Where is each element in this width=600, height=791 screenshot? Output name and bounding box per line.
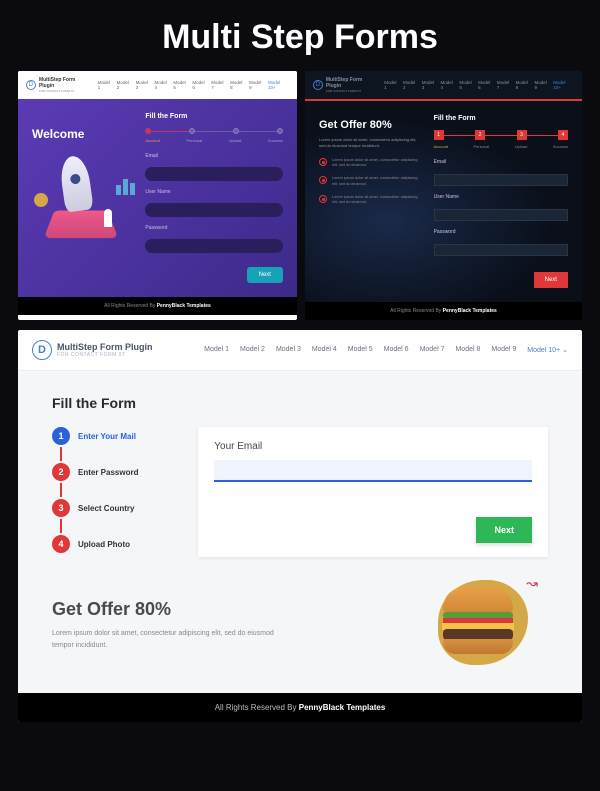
- nav-item[interactable]: Model 6: [192, 80, 208, 90]
- nav-item-active[interactable]: Model 10+: [268, 80, 289, 90]
- logo-icon: D: [32, 340, 52, 360]
- footer: All Rights Reserved By PennyBlack Templa…: [305, 302, 582, 320]
- next-button[interactable]: Next: [534, 272, 568, 288]
- welcome-heading: Welcome: [32, 127, 137, 141]
- form-heading: Fill the Form: [145, 113, 283, 120]
- form-heading: Fill the Form: [52, 395, 548, 411]
- nav-item[interactable]: Model 4: [154, 80, 170, 90]
- chevron-down-icon: ⌄: [562, 347, 568, 354]
- nav-item[interactable]: Model 7: [211, 80, 227, 90]
- nav-item[interactable]: Model 3: [276, 346, 301, 354]
- next-button[interactable]: Next: [476, 517, 532, 543]
- nav-item[interactable]: Model 1: [384, 80, 400, 90]
- nav-item-active[interactable]: Model 10+ ⌄: [527, 346, 568, 354]
- footer: All Rights Reserved By PennyBlack Templa…: [18, 693, 582, 722]
- username-input[interactable]: [145, 203, 283, 217]
- next-button[interactable]: Next: [247, 267, 283, 283]
- logo-icon: D: [313, 80, 323, 90]
- step-item[interactable]: 3Select Country: [52, 499, 174, 517]
- email-input[interactable]: [145, 167, 283, 181]
- password-input[interactable]: [434, 244, 568, 256]
- step-progress: 1 2 3 4: [434, 130, 568, 140]
- email-label: Your Email: [214, 441, 532, 452]
- logo[interactable]: D MultiStep Form Plugin FOR CONTACT FORM…: [313, 77, 378, 93]
- step-item[interactable]: 2Enter Password: [52, 463, 174, 481]
- email-label: Email: [145, 153, 283, 159]
- nav-item[interactable]: Model 2: [240, 346, 265, 354]
- nav-item[interactable]: Model 1: [204, 346, 229, 354]
- offer-description: Lorem ipsum dolor sit amet, consectetur …: [319, 137, 424, 150]
- burger-illustration: ↝: [299, 575, 548, 675]
- logo-icon: D: [26, 80, 36, 90]
- top-nav: D MultiStep Form Plugin FOR CONTACT FORM…: [18, 330, 582, 371]
- email-input[interactable]: [434, 174, 568, 186]
- logo[interactable]: D MultiStep Form Plugin FOR CONTACT FORM…: [32, 340, 153, 360]
- nav-item[interactable]: Model 9: [491, 346, 516, 354]
- email-input[interactable]: [214, 460, 532, 482]
- logo-subtitle: FOR CONTACT FORM 07: [326, 89, 378, 93]
- offer-heading: Get Offer 80%: [52, 599, 281, 620]
- bullet-icon: [319, 195, 327, 203]
- nav-item[interactable]: Model 5: [459, 80, 475, 90]
- nav-item[interactable]: Model 7: [497, 80, 513, 90]
- form-heading: Fill the Form: [434, 115, 568, 122]
- form-panel: Your Email Next: [198, 427, 548, 557]
- top-nav: D MultiStep Form Plugin FOR CONTACT FORM…: [305, 71, 582, 99]
- logo-title: MultiStep Form Plugin: [39, 77, 92, 89]
- step-item[interactable]: 1Enter Your Mail: [52, 427, 174, 445]
- nav-item[interactable]: Model 9: [534, 80, 550, 90]
- step-progress: [145, 128, 283, 134]
- nav-item[interactable]: Model 4: [312, 346, 337, 354]
- feature-list: Lorem ipsum dolor sit amet, consectetur …: [319, 158, 424, 206]
- nav-item[interactable]: Model 1: [98, 80, 114, 90]
- demo-card-purple: D MultiStep Form Plugin FOR CONTACT FORM…: [18, 71, 297, 320]
- bullet-icon: [319, 176, 327, 184]
- nav-items: Model 1 Model 2 Model 3 Model 4 Model 5 …: [98, 80, 289, 90]
- password-label: Password: [434, 229, 568, 235]
- logo-title: MultiStep Form Plugin: [57, 342, 153, 352]
- password-label: Password: [145, 225, 283, 231]
- logo-subtitle: FOR CONTACT FORM 07: [57, 352, 153, 358]
- nav-item[interactable]: Model 8: [516, 80, 532, 90]
- offer-description: Lorem ipsum dolor sit amet, consectetur …: [52, 628, 281, 652]
- demo-card-light: D MultiStep Form Plugin FOR CONTACT FORM…: [18, 330, 582, 722]
- nav-item[interactable]: Model 5: [348, 346, 373, 354]
- logo-title: MultiStep Form Plugin: [326, 77, 378, 89]
- nav-item[interactable]: Model 9: [249, 80, 265, 90]
- nav-item[interactable]: Model 7: [420, 346, 445, 354]
- nav-item[interactable]: Model 3: [422, 80, 438, 90]
- hero-title: Multi Step Forms: [0, 0, 600, 71]
- nav-item-active[interactable]: Model 10+: [553, 80, 574, 90]
- username-label: User Name: [145, 189, 283, 195]
- arrow-icon: ↝: [526, 575, 538, 592]
- nav-item[interactable]: Model 2: [403, 80, 419, 90]
- email-label: Email: [434, 159, 568, 165]
- nav-item[interactable]: Model 3: [136, 80, 152, 90]
- logo[interactable]: D MultiStep Form Plugin FOR CONTACT FORM…: [26, 77, 92, 93]
- bullet-icon: [319, 158, 327, 166]
- step-item[interactable]: 4Upload Photo: [52, 535, 174, 553]
- password-input[interactable]: [145, 239, 283, 253]
- vertical-steps: 1Enter Your Mail 2Enter Password 3Select…: [52, 427, 174, 557]
- nav-item[interactable]: Model 6: [478, 80, 494, 90]
- nav-items: Model 1 Model 2 Model 3 Model 4 Model 5 …: [204, 346, 568, 354]
- nav-item[interactable]: Model 2: [117, 80, 133, 90]
- top-nav: D MultiStep Form Plugin FOR CONTACT FORM…: [18, 71, 297, 99]
- nav-item[interactable]: Model 5: [173, 80, 189, 90]
- step-labels: AccountPersonalUploadSuccess: [145, 138, 283, 143]
- username-label: User Name: [434, 194, 568, 200]
- footer: All Rights Reserved By PennyBlack Templa…: [18, 297, 297, 315]
- step-labels: AccountPersonalUploadSuccess: [434, 144, 568, 149]
- offer-heading: Get Offer 80%: [319, 119, 424, 131]
- nav-items: Model 1 Model 2 Model 3 Model 4 Model 5 …: [384, 80, 574, 90]
- nav-item[interactable]: Model 8: [230, 80, 246, 90]
- logo-subtitle: FOR CONTACT FORM 07: [39, 89, 92, 93]
- nav-item[interactable]: Model 6: [384, 346, 409, 354]
- nav-item[interactable]: Model 8: [455, 346, 480, 354]
- demo-card-dark: D MultiStep Form Plugin FOR CONTACT FORM…: [305, 71, 582, 320]
- rocket-illustration: [32, 151, 137, 241]
- username-input[interactable]: [434, 209, 568, 221]
- nav-item[interactable]: Model 4: [441, 80, 457, 90]
